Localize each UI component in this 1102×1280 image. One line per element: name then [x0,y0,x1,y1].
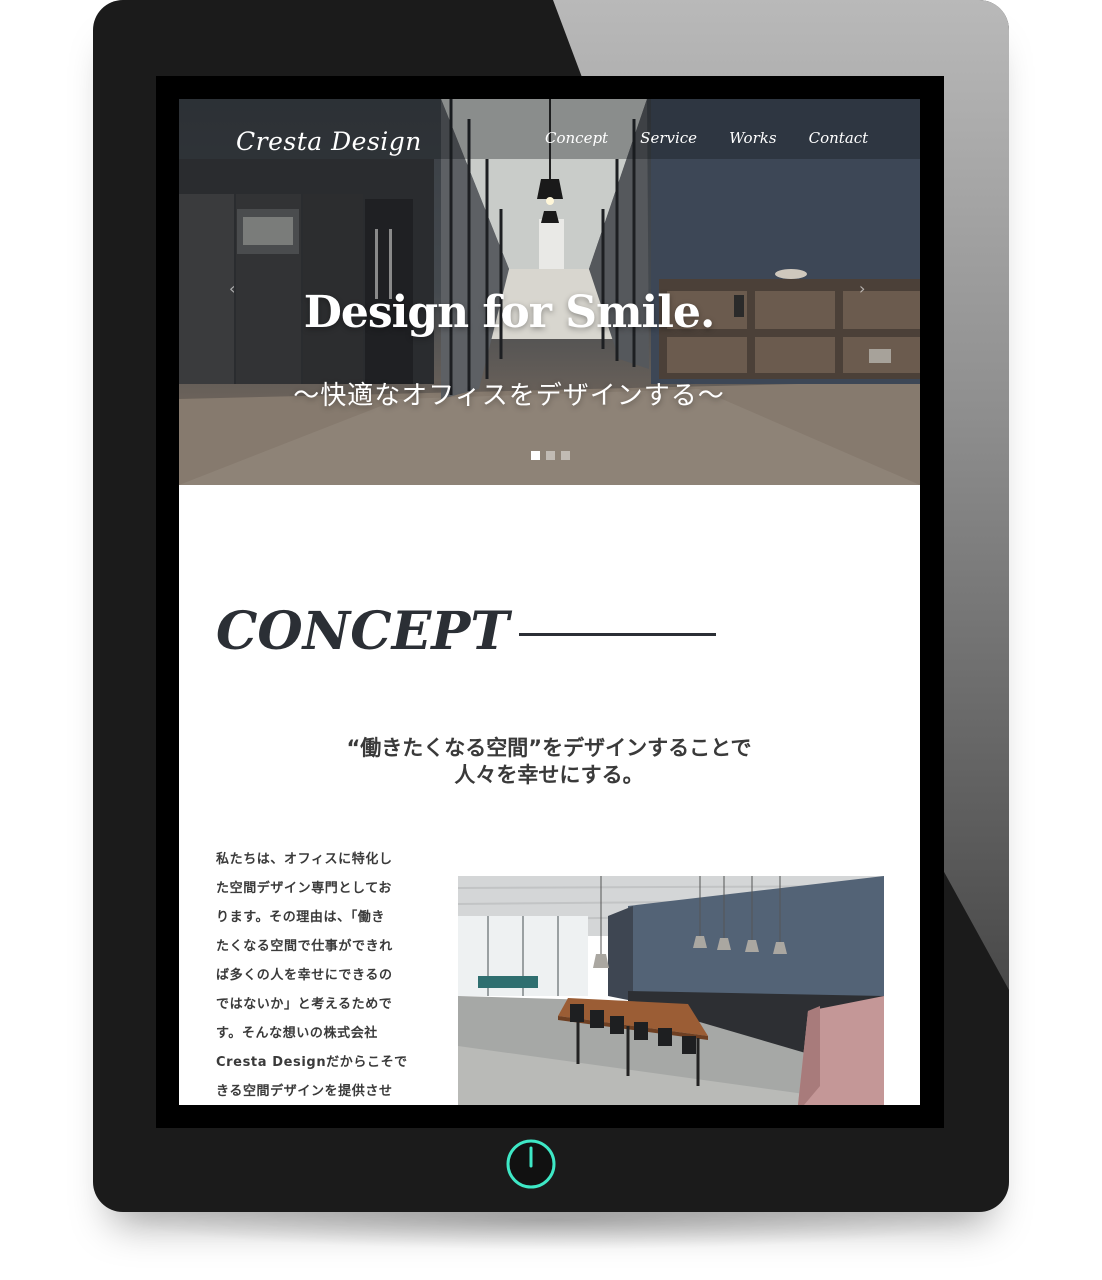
slider-dot-2[interactable] [546,451,556,460]
concept-body-line: 私たちは、オフィスに特化し [216,852,393,867]
slider-dot-3[interactable] [561,451,571,460]
nav-item-contact[interactable]: Contact [809,129,869,147]
concept-heading: CONCEPT [216,601,510,662]
heading-divider [519,633,716,636]
nav-item-concept[interactable]: Concept [545,129,608,147]
concept-body-line: ではないか」と考えるためで [216,997,393,1012]
power-icon [506,1139,556,1189]
concept-body-line: た空間デザイン専門としてお [216,881,393,896]
slider-dot-1[interactable] [531,451,540,460]
hero-slider: Cresta Design Concept Service Works Cont… [179,99,920,485]
nav-item-service[interactable]: Service [640,129,697,147]
concept-body: 私たちは、オフィスに特化し た空間デザイン専門としてお ります。その理由は、「働… [216,845,431,1105]
concept-body-line: ば多くの人を幸せにできるの [216,968,393,983]
website-screen: Cresta Design Concept Service Works Cont… [179,99,920,1105]
concept-body-line: きる空間デザインを提供させ [216,1084,393,1099]
slider-next-icon[interactable]: › [859,279,865,298]
concept-body-line: す。そんな想いの株式会社 [216,1026,378,1041]
office-meeting-room-photo [458,876,884,1105]
nav-item-works[interactable]: Works [729,129,776,147]
hero-subtitle: 〜快適なオフィスをデザインする〜 [293,381,725,411]
site-logo[interactable]: Cresta Design [236,127,422,156]
power-button[interactable] [505,1138,557,1190]
concept-body-line: Cresta Designだからこそで [216,1055,408,1070]
concept-body-line: たくなる空間で仕事ができれ [216,939,393,954]
concept-lead-line-2: 人々を幸せにする。 [454,763,644,787]
main-nav: Concept Service Works Contact [545,128,868,152]
concept-lead-line-1: “働きたくなる空間”をデザインすることで [346,736,752,760]
hero-title: Design for Smile. [303,287,716,338]
concept-lead: “働きたくなる空間”をデザインすることで 人々を幸せにする。 [279,735,819,789]
slider-pagination [531,445,571,460]
concept-body-line: ります。その理由は、「働き [216,910,386,925]
